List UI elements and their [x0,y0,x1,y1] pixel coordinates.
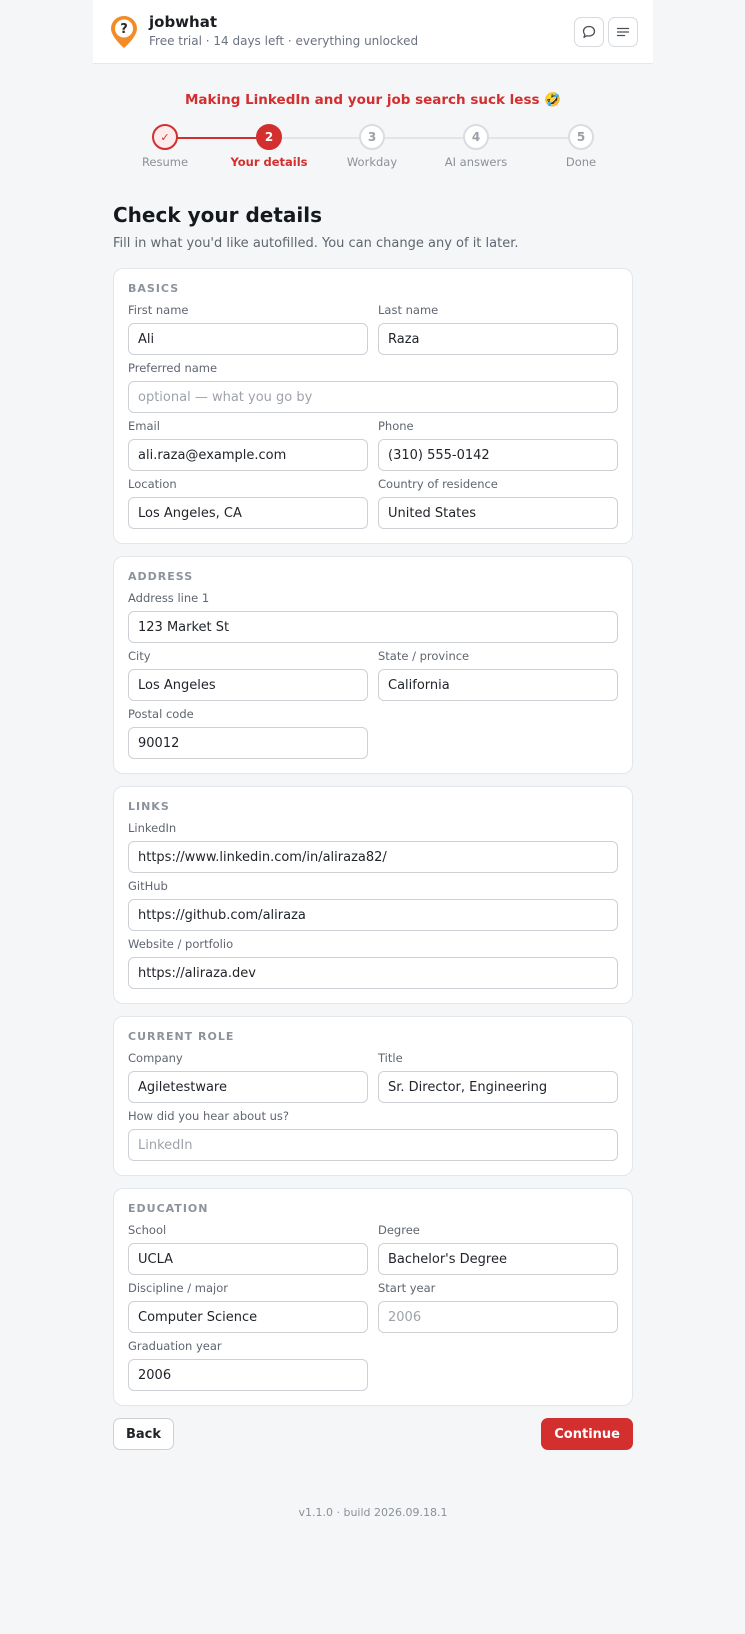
phone-label: Phone [378,419,414,433]
company-label: Company [128,1051,183,1065]
website-input[interactable] [128,957,618,989]
email-input[interactable] [128,439,368,471]
graduation-year-label: Graduation year [128,1339,222,1353]
form-actions: Back Continue [113,1418,633,1450]
website-label: Website / portfolio [128,937,234,951]
step-label: AI answers [444,155,508,169]
menu-button[interactable] [608,16,638,47]
title-label: Title [378,1051,403,1065]
preferred-name-input[interactable] [128,381,618,413]
title-input[interactable] [378,1071,618,1103]
section-title: LINKS [128,800,170,813]
degree-label: Degree [378,1223,420,1237]
page-subtitle: Fill in what you'd like autofilled. You … [113,236,519,251]
svg-text:?: ? [120,22,128,37]
company-input[interactable] [128,1071,368,1103]
email-label: Email [128,419,160,433]
step-number: 2 [256,124,282,150]
postal-code-input[interactable] [128,727,368,759]
section-title: ADDRESS [128,570,194,583]
section-title: EDUCATION [128,1202,209,1215]
current-role-card: CURRENT ROLE Company Title How did you h… [113,1016,633,1176]
step-workday[interactable]: 3 Workday [332,123,412,169]
city-label: City [128,649,151,663]
basics-card: BASICS First name Last name Preferred na… [113,268,633,544]
progress-stepper: ✓ Resume 2 Your details 3 Workday 4 AI a… [93,123,653,181]
referral-input[interactable] [128,1129,618,1161]
chat-button[interactable] [574,16,604,47]
education-card: EDUCATION School Degree Discipline / maj… [113,1188,633,1406]
brand-name: jobwhat [149,13,218,31]
section-title: BASICS [128,282,180,295]
linkedin-input[interactable] [128,841,618,873]
postal-code-label: Postal code [128,707,194,721]
linkedin-label: LinkedIn [128,821,177,835]
major-label: Discipline / major [128,1281,229,1295]
section-title: CURRENT ROLE [128,1030,235,1043]
step-label: Your details [230,155,308,169]
address-line1-input[interactable] [128,611,618,643]
graduation-year-input[interactable] [128,1359,368,1391]
phone-input[interactable] [378,439,618,471]
step-number: 4 [463,124,489,150]
chat-bubble-icon [582,25,596,38]
stepper-connector [269,137,571,139]
brand: jobwhat Free trial · 14 days left · ever… [149,13,570,50]
step-label: Workday [346,155,398,169]
referral-label: How did you hear about us? [128,1109,289,1123]
school-input[interactable] [128,1243,368,1275]
step-done[interactable]: 5 Done [541,123,621,169]
last-name-label: Last name [378,303,439,317]
menu-icon [616,27,630,36]
start-year-input[interactable] [378,1301,618,1333]
state-input[interactable] [378,669,618,701]
step-label: Done [565,155,597,169]
country-input[interactable] [378,497,618,529]
tagline: Making LinkedIn and your job search suck… [184,92,562,108]
step-label: Resume [141,155,189,169]
github-label: GitHub [128,879,168,893]
app: ? jobwhat Free trial · 14 days left · ev… [93,0,653,1519]
location-label: Location [128,477,177,491]
github-input[interactable] [128,899,618,931]
country-label: Country of residence [378,477,498,491]
last-name-input[interactable] [378,323,618,355]
step-number: 3 [359,124,385,150]
trial-status: Free trial · 14 days left · everything u… [149,34,419,48]
school-label: School [128,1223,167,1237]
logo-pin-icon: ? [111,15,137,48]
preferred-name-label: Preferred name [128,361,218,375]
step-check-icon: ✓ [152,124,178,150]
state-label: State / province [378,649,470,663]
address-card: ADDRESS Address line 1 City State / prov… [113,556,633,774]
city-input[interactable] [128,669,368,701]
top-bar: ? jobwhat Free trial · 14 days left · ev… [93,0,653,64]
page-title: Check your details [113,203,322,227]
step-resume[interactable]: ✓ Resume [125,123,205,169]
major-input[interactable] [128,1301,368,1333]
links-card: LINKS LinkedIn GitHub Website / portfoli… [113,786,633,1004]
address-line1-label: Address line 1 [128,591,210,605]
first-name-label: First name [128,303,189,317]
step-ai-answers[interactable]: 4 AI answers [436,123,516,169]
first-name-input[interactable] [128,323,368,355]
step-your-details[interactable]: 2 Your details [229,123,309,169]
back-button[interactable]: Back [113,1418,175,1450]
continue-button[interactable]: Continue [541,1418,633,1450]
degree-input[interactable] [378,1243,618,1275]
start-year-label: Start year [378,1281,436,1295]
location-input[interactable] [128,497,368,529]
step-number: 5 [568,124,594,150]
version-info: v1.1.0 · build 2026.09.18.1 [298,1506,448,1519]
